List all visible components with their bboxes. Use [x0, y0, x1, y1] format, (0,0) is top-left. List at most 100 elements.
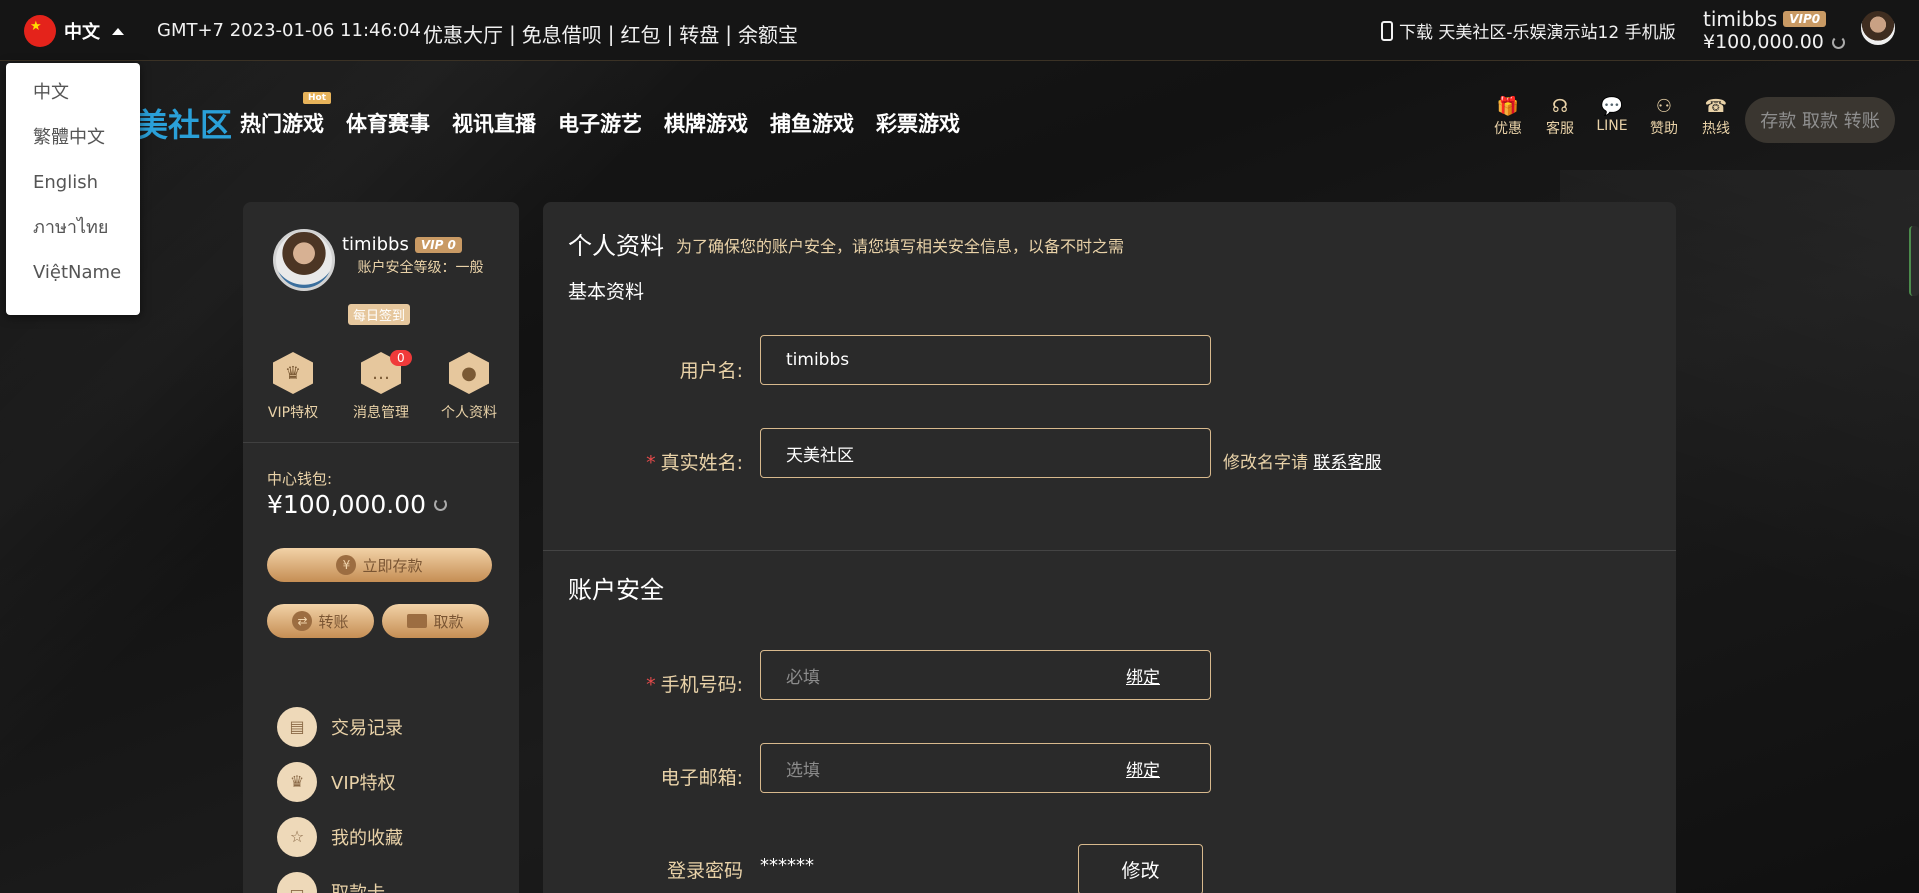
- server-datetime: GMT+7 2023-01-06 11:46:04: [157, 20, 421, 41]
- card-icon: [407, 614, 428, 628]
- language-option-en[interactable]: English: [6, 173, 140, 218]
- security-level: 账户安全等级：一般: [357, 260, 484, 276]
- link-promotions[interactable]: 优惠大厅: [423, 19, 503, 48]
- caret-up-icon: [112, 27, 124, 35]
- mobile-phone-icon: [1381, 20, 1393, 41]
- quick-messages[interactable]: … 0 消息管理: [341, 350, 421, 422]
- link-balance-treasure[interactable]: 余额宝: [738, 19, 798, 48]
- separator: |: [666, 21, 674, 46]
- top-quicklinks: 优惠大厅 | 免息借呗 | 红包 | 转盘 | 余额宝: [423, 19, 798, 48]
- menu-sports[interactable]: 体育赛事: [346, 108, 430, 138]
- nav-line[interactable]: 💬 LINE: [1586, 96, 1638, 138]
- menu-card-games[interactable]: 棋牌游戏: [664, 108, 748, 138]
- bind-phone-button[interactable]: 绑定: [1126, 663, 1160, 688]
- menu-hot-games[interactable]: 热门游戏 Hot: [240, 92, 332, 138]
- username-field: timibbs: [760, 335, 1211, 385]
- avatar[interactable]: [273, 229, 335, 291]
- language-option-zh-cn[interactable]: 中文: [6, 83, 140, 128]
- language-option-vi[interactable]: ViệtName: [6, 263, 140, 308]
- quick-vip-label: VIP特权: [267, 405, 319, 421]
- quick-profile-label: 个人资料: [441, 405, 497, 421]
- language-switcher[interactable]: 中文: [24, 14, 124, 48]
- language-option-zh-tw[interactable]: 繁體中文: [6, 128, 140, 173]
- vip-badge: VIP0: [1783, 11, 1827, 27]
- profile-icon: ●: [449, 352, 489, 394]
- nav-line-label: LINE: [1596, 118, 1628, 134]
- line-icon: 💬: [1600, 96, 1624, 117]
- star-icon: ☆: [277, 816, 317, 857]
- transfer-label: 转账: [318, 612, 349, 631]
- headset-icon: ☊: [1552, 96, 1568, 117]
- refresh-icon[interactable]: [434, 498, 448, 511]
- email-field[interactable]: 选填 绑定: [760, 743, 1211, 793]
- withdraw-button[interactable]: 取款: [382, 604, 489, 638]
- separator: |: [607, 21, 615, 46]
- sidebar-menu: ▤ 交易记录 ♛ VIP特权 ☆ 我的收藏 ▭ 取款卡: [277, 699, 403, 893]
- download-app-link[interactable]: 下载 天美社区-乐娱演示站12 手机版: [1381, 18, 1676, 43]
- link-loan[interactable]: 免息借呗: [522, 19, 602, 48]
- current-language: 中文: [64, 22, 100, 43]
- wallet-balance: ¥100,000.00: [267, 490, 427, 519]
- menu-lottery[interactable]: 彩票游戏: [876, 108, 960, 138]
- sidebar-item-vip[interactable]: ♛ VIP特权: [277, 754, 403, 809]
- crown-icon: ♛: [273, 352, 313, 394]
- menu-live-casino[interactable]: 视讯直播: [452, 108, 536, 138]
- sidebar-item-label: 我的收藏: [331, 827, 403, 849]
- top-bar: 中文 GMT+7 2023-01-06 11:46:04 优惠大厅 | 免息借呗…: [0, 0, 1919, 61]
- realname-note: 修改名字请 联系客服: [1223, 448, 1381, 473]
- email-label: 电子邮箱:: [660, 767, 743, 789]
- realname-value: 天美社区: [786, 445, 854, 466]
- change-password-button[interactable]: 修改: [1078, 844, 1203, 893]
- floating-side-handle[interactable]: [1909, 226, 1919, 296]
- nav-support-label: 客服: [1546, 121, 1574, 137]
- link-wheel[interactable]: 转盘: [679, 19, 719, 48]
- realname-note-text: 修改名字请: [1223, 453, 1308, 473]
- phone-field[interactable]: 必填 绑定: [760, 650, 1211, 700]
- daily-checkin-button[interactable]: 每日签到: [348, 304, 411, 325]
- sidebar-item-withdraw-card[interactable]: ▭ 取款卡: [277, 864, 403, 893]
- quick-vip[interactable]: ♛ VIP特权: [253, 352, 333, 422]
- avatar[interactable]: [1861, 11, 1895, 45]
- nav-hotline[interactable]: ☎ 热线: [1690, 96, 1742, 138]
- nav-promo[interactable]: 🎁 优惠: [1482, 96, 1534, 138]
- download-label: 下载 天美社区-乐娱演示站12 手机版: [1399, 23, 1676, 43]
- phone-label: 手机号码:: [660, 674, 743, 696]
- sidebar-item-transactions[interactable]: ▤ 交易记录: [277, 699, 403, 754]
- top-balance: ¥100,000.00: [1703, 31, 1824, 53]
- link-red-packet[interactable]: 红包: [621, 19, 661, 48]
- separator: |: [725, 21, 732, 46]
- nav-support[interactable]: ☊ 客服: [1534, 96, 1586, 138]
- nav-sponsor-label: 赞助: [1650, 121, 1678, 137]
- coin-icon: ¥: [336, 555, 357, 575]
- deposit-label: 立即存款: [362, 556, 423, 575]
- username-label: 用户名:: [679, 360, 743, 382]
- hot-tag: Hot: [303, 92, 332, 104]
- cashier-button[interactable]: 存款 取款 转账: [1745, 97, 1895, 143]
- card-icon: ▭: [277, 871, 317, 893]
- contact-support-link[interactable]: 联系客服: [1313, 453, 1381, 473]
- menu-slots[interactable]: 电子游艺: [558, 108, 642, 138]
- bind-email-button[interactable]: 绑定: [1126, 756, 1160, 781]
- required-mark: *: [646, 674, 656, 696]
- top-user-info: timibbs VIP0 ¥100,000.00: [1703, 7, 1845, 53]
- wallet-balance-row: ¥100,000.00: [267, 490, 448, 519]
- quick-messages-label: 消息管理: [353, 405, 409, 421]
- nav-sponsor[interactable]: ⚇ 赞助: [1638, 96, 1690, 138]
- sidebar-item-label: 取款卡: [331, 882, 385, 893]
- deposit-button[interactable]: ¥ 立即存款: [267, 548, 492, 582]
- refresh-icon[interactable]: [1831, 35, 1845, 49]
- separator: |: [509, 21, 516, 46]
- sidebar-item-favorites[interactable]: ☆ 我的收藏: [277, 809, 403, 864]
- quick-profile[interactable]: ● 个人资料: [429, 352, 509, 422]
- wallet-label: 中心钱包:: [267, 470, 333, 488]
- transfer-button[interactable]: ⇄ 转账: [267, 604, 374, 638]
- language-option-th[interactable]: ภาษาไทย: [6, 218, 140, 263]
- site-logo[interactable]: 美社区: [136, 100, 232, 146]
- vip-badge: VIP 0: [414, 236, 462, 253]
- transfer-icon: ⇄: [292, 611, 313, 631]
- menu-fishing[interactable]: 捕鱼游戏: [770, 108, 854, 138]
- phone-label-row: * 手机号码:: [543, 670, 743, 697]
- gift-icon: 🎁: [1496, 96, 1520, 117]
- required-mark: *: [646, 452, 656, 474]
- email-placeholder: 选填: [786, 760, 820, 781]
